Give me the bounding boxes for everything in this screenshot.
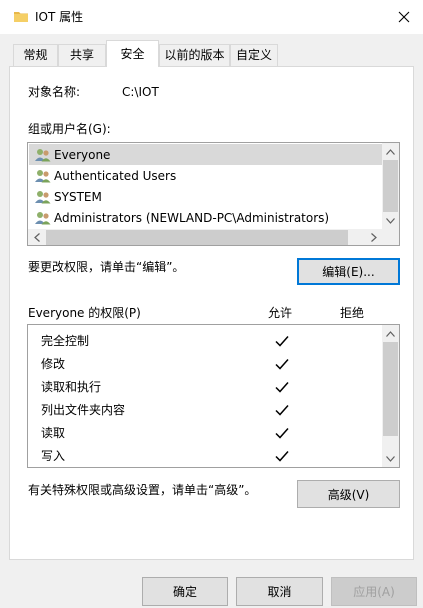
- check-icon: [275, 405, 289, 416]
- user-group-icon: [35, 169, 51, 182]
- chevron-up-icon: [386, 148, 395, 155]
- list-item-label: SYSTEM: [54, 189, 102, 204]
- check-icon: [275, 336, 289, 347]
- list-item-label: Administrators (NEWLAND-PC\Administrator…: [54, 210, 330, 225]
- chevron-down-icon: [386, 455, 395, 462]
- user-group-icon: [35, 190, 51, 203]
- scroll-thumb[interactable]: [383, 160, 398, 212]
- object-name-label: 对象名称:: [28, 85, 81, 99]
- user-group-icon: [35, 148, 51, 161]
- close-button[interactable]: [385, 0, 423, 34]
- permission-row-write: 写入: [41, 449, 66, 463]
- chevron-right-icon: [370, 233, 377, 242]
- scroll-corner: [382, 229, 399, 245]
- permission-row-read: 读取: [41, 426, 66, 440]
- check-icon: [275, 428, 289, 439]
- apply-button[interactable]: 应用(A): [331, 577, 417, 606]
- tab-security[interactable]: 安全: [106, 40, 159, 67]
- close-icon: [398, 11, 410, 23]
- scroll-right-button[interactable]: [365, 229, 382, 245]
- chevron-up-icon: [386, 330, 395, 337]
- permissions-scrollbar[interactable]: [382, 325, 399, 467]
- scroll-down-button[interactable]: [382, 450, 399, 467]
- advanced-button[interactable]: 高级(V): [297, 480, 400, 508]
- advanced-hint: 有关特殊权限或高级设置，请单击“高级”。: [28, 483, 257, 497]
- scroll-up-button[interactable]: [382, 143, 399, 160]
- list-item-label: Authenticated Users: [54, 168, 177, 183]
- permissions-title: Everyone 的权限(P): [28, 306, 141, 320]
- list-item[interactable]: Authenticated Users: [29, 165, 383, 186]
- scroll-up-button[interactable]: [382, 325, 399, 342]
- scroll-thumb[interactable]: [46, 230, 348, 245]
- deny-column-header: 拒绝: [340, 306, 365, 320]
- tab-customize[interactable]: 自定义: [230, 44, 278, 66]
- list-item[interactable]: Everyone: [29, 144, 383, 165]
- permission-row-list-folder: 列出文件夹内容: [41, 403, 126, 417]
- scroll-thumb[interactable]: [383, 342, 398, 436]
- groups-label: 组或用户名(G):: [28, 122, 111, 136]
- check-icon: [275, 451, 289, 462]
- object-name-value: C:\IOT: [122, 85, 159, 99]
- groups-vertical-scrollbar[interactable]: [382, 143, 399, 229]
- list-item[interactable]: Administrators (NEWLAND-PC\Administrator…: [29, 207, 383, 228]
- list-item-label: Everyone: [54, 147, 111, 162]
- scroll-down-button[interactable]: [382, 212, 399, 229]
- tab-general[interactable]: 常规: [13, 44, 58, 66]
- permission-row-read-execute: 读取和执行: [41, 380, 102, 394]
- allow-column-header: 允许: [268, 306, 293, 320]
- cancel-button[interactable]: 取消: [236, 577, 323, 606]
- groups-horizontal-scrollbar[interactable]: [28, 229, 382, 245]
- ok-button[interactable]: 确定: [142, 577, 228, 606]
- scroll-left-button[interactable]: [28, 229, 45, 245]
- chevron-down-icon: [386, 217, 395, 224]
- edit-hint: 要更改权限，请单击“编辑”。: [28, 260, 185, 274]
- folder-icon: [14, 12, 28, 22]
- permission-row-modify: 修改: [41, 357, 66, 371]
- groups-listbox[interactable]: Everyone Authenticated Users SYSTEM Admi…: [27, 142, 400, 246]
- edit-button[interactable]: 编辑(E)...: [297, 258, 400, 285]
- check-icon: [275, 359, 289, 370]
- permission-row-full-control: 完全控制: [41, 334, 90, 348]
- tab-sharing[interactable]: 共享: [58, 44, 106, 66]
- permissions-list: 完全控制 修改 读取和执行 列出文件夹内容 读取 写入: [27, 324, 400, 468]
- window-title: IOT 属性: [35, 10, 84, 24]
- tab-previous-versions[interactable]: 以前的版本: [159, 44, 230, 66]
- chevron-left-icon: [33, 233, 40, 242]
- check-icon: [275, 382, 289, 393]
- list-item[interactable]: SYSTEM: [29, 186, 383, 207]
- user-group-icon: [35, 211, 51, 224]
